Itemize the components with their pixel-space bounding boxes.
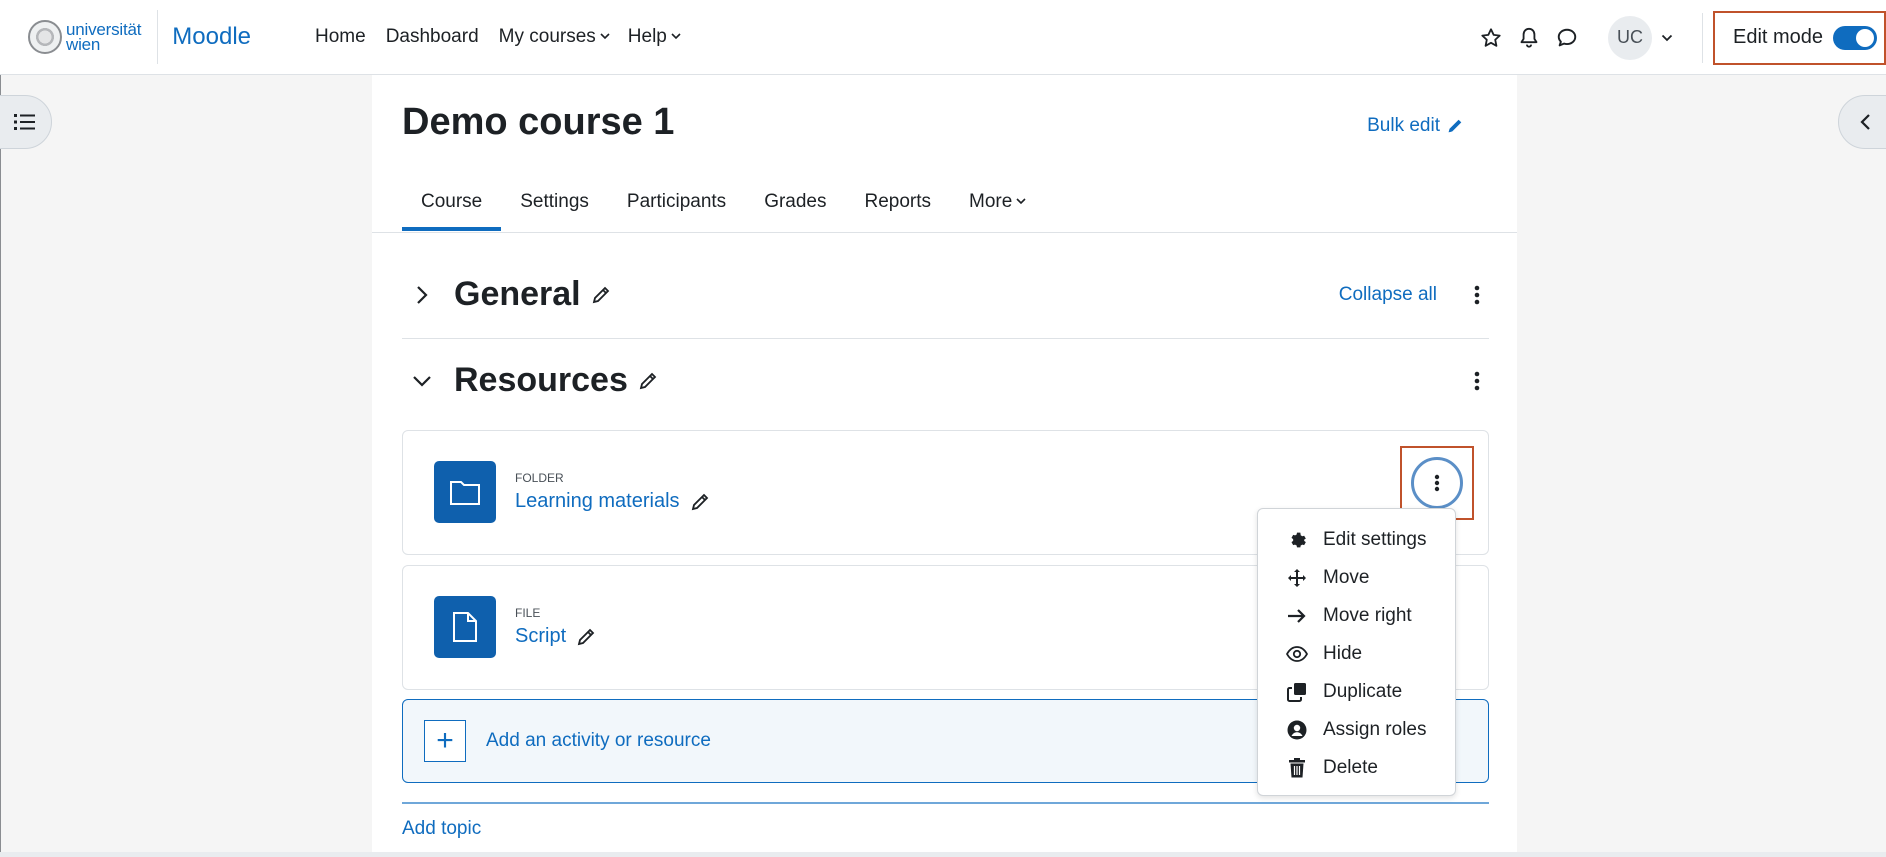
- move-arrows-icon: [1286, 567, 1308, 589]
- eye-icon: [1286, 643, 1308, 665]
- edit-section-name-pencil-icon[interactable]: [638, 371, 658, 391]
- menu-item-move-right[interactable]: Move right: [1258, 597, 1455, 635]
- activity-type-label: FILE: [515, 606, 541, 620]
- plus-icon: +: [424, 720, 466, 762]
- university-seal-icon: [28, 20, 62, 54]
- section-title-resources: Resources: [454, 361, 628, 399]
- university-wordmark: universität wien: [66, 20, 142, 54]
- add-topic-link[interactable]: Add topic: [402, 818, 481, 840]
- nav-home[interactable]: Home: [305, 26, 376, 48]
- page-bottom-strip: [0, 852, 1886, 857]
- activity-actions-kebab-button[interactable]: [1411, 457, 1463, 509]
- menu-item-assign-roles[interactable]: Assign roles: [1258, 711, 1455, 749]
- edit-title-pencil-icon[interactable]: [690, 492, 710, 512]
- edit-mode-toggle[interactable]: Edit mode: [1713, 10, 1886, 65]
- file-icon: [434, 596, 496, 658]
- arrow-right-icon: [1286, 605, 1308, 627]
- menu-item-duplicate[interactable]: Duplicate: [1258, 673, 1455, 711]
- top-navbar: universität wien Moodle Home Dashboard M…: [0, 0, 1886, 75]
- tab-reports[interactable]: Reports: [846, 173, 951, 231]
- section-general-header: General Collapse all: [402, 275, 1489, 314]
- section-expand-toggle[interactable]: [410, 283, 434, 307]
- edit-section-name-pencil-icon[interactable]: [591, 285, 611, 305]
- chevron-down-icon: [1016, 197, 1026, 205]
- course-index-toggle[interactable]: [0, 95, 52, 149]
- chevron-left-icon: [1860, 114, 1870, 130]
- folder-icon: [434, 461, 496, 523]
- section-divider: [402, 338, 1489, 339]
- chevron-down-icon: [600, 32, 610, 40]
- chevron-down-icon: [413, 375, 431, 387]
- edit-mode-label: Edit mode: [1733, 26, 1824, 48]
- course-tabs: Course Settings Participants Grades Repo…: [402, 173, 1043, 231]
- activity-action-menu: Edit settings Move Move right Hide Dupli…: [1257, 508, 1456, 796]
- site-brand[interactable]: Moodle: [172, 23, 251, 51]
- tab-course[interactable]: Course: [402, 173, 502, 231]
- section-menu-kebab-icon[interactable]: [1465, 285, 1489, 305]
- edit-title-pencil-icon[interactable]: [576, 627, 596, 647]
- user-circle-icon: [1286, 719, 1308, 741]
- tab-settings[interactable]: Settings: [501, 173, 608, 231]
- brand-divider: [157, 10, 159, 64]
- edit-mode-switch[interactable]: [1833, 25, 1878, 50]
- chevron-right-icon: [417, 285, 428, 304]
- duplicate-icon: [1286, 681, 1308, 703]
- add-activity-label: Add an activity or resource: [486, 730, 711, 751]
- nav-dashboard[interactable]: Dashboard: [376, 26, 489, 48]
- primary-navigation: Home Dashboard My courses Help: [305, 26, 689, 48]
- section-title-general: General: [454, 275, 581, 313]
- page-title: Demo course 1: [402, 101, 675, 143]
- chevron-down-icon: [671, 32, 681, 40]
- tab-participants[interactable]: Participants: [608, 173, 745, 231]
- bulk-edit-label: Bulk edit: [1367, 115, 1440, 136]
- menu-item-hide[interactable]: Hide: [1258, 635, 1455, 673]
- gear-icon: [1286, 529, 1308, 551]
- tab-more[interactable]: More: [950, 173, 1043, 231]
- nav-help[interactable]: Help: [618, 26, 689, 48]
- star-icon[interactable]: [1472, 19, 1510, 57]
- collapse-all-link[interactable]: Collapse all: [1339, 284, 1437, 306]
- nav-my-courses[interactable]: My courses: [489, 26, 618, 48]
- trash-icon: [1286, 757, 1308, 779]
- user-navigation: UC Edit mode: [1472, 0, 1886, 75]
- kebab-icon: [1434, 474, 1440, 492]
- tabs-divider: [372, 232, 1517, 233]
- user-menu-chevron-down-icon[interactable]: [1652, 19, 1682, 57]
- activity-type-label: FOLDER: [515, 471, 564, 485]
- page-left-edge: [0, 75, 1, 857]
- bulk-edit-button[interactable]: Bulk edit: [1367, 115, 1464, 137]
- list-icon: [14, 114, 35, 130]
- tab-grades[interactable]: Grades: [745, 173, 845, 231]
- menu-item-edit-settings[interactable]: Edit settings: [1258, 521, 1455, 559]
- section-collapse-toggle[interactable]: [410, 369, 434, 393]
- add-topic-divider: [402, 802, 1489, 804]
- menu-item-move[interactable]: Move: [1258, 559, 1455, 597]
- edit-mode-divider: [1702, 12, 1703, 63]
- message-icon[interactable]: [1548, 19, 1586, 57]
- menu-item-delete[interactable]: Delete: [1258, 749, 1455, 787]
- activity-link[interactable]: Learning materials: [515, 490, 710, 513]
- activity-link[interactable]: Script: [515, 625, 596, 648]
- block-drawer-toggle[interactable]: [1838, 95, 1886, 149]
- pencil-icon: [1448, 119, 1462, 133]
- section-menu-kebab-icon[interactable]: [1465, 371, 1489, 391]
- bell-icon[interactable]: [1510, 19, 1548, 57]
- section-resources-header: Resources: [402, 361, 1489, 400]
- university-logo[interactable]: universität wien: [28, 20, 141, 54]
- avatar[interactable]: UC: [1608, 15, 1652, 60]
